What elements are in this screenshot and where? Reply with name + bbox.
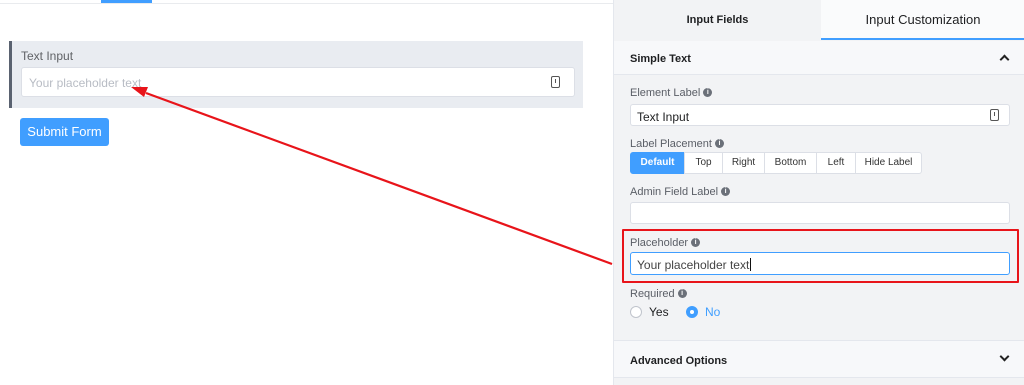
element-label-input[interactable]: Text Input (630, 104, 1010, 126)
preview-field-label: Text Input (21, 49, 74, 63)
tab-input-fields[interactable]: Input Fields (614, 0, 821, 40)
required-no-radio[interactable]: No (686, 305, 736, 320)
text-input-field-preview[interactable]: Text Input Your placeholder text (9, 41, 583, 108)
placeholder-value-text: Your placeholder text (637, 258, 750, 272)
placement-right-button[interactable]: Right (722, 152, 765, 174)
info-icon[interactable]: i (691, 237, 701, 247)
chevron-down-icon[interactable] (999, 351, 1010, 362)
label-placement-group: Default Top Right Bottom Left Hide Label (630, 152, 922, 174)
placement-left-button[interactable]: Left (816, 152, 856, 174)
panel-tabs: Input Fields Input Customization (614, 0, 1024, 40)
placement-default-button[interactable]: Default (630, 152, 685, 174)
field-options-icon[interactable] (990, 109, 999, 121)
info-icon[interactable]: i (714, 138, 724, 148)
placeholder-caption: Placeholder i (630, 237, 701, 249)
admin-field-label-text: Admin Field Label (630, 186, 719, 198)
preview-text-input[interactable]: Your placeholder text (21, 67, 575, 97)
element-label-text: Element Label (630, 87, 701, 99)
element-label-value: Text Input (637, 110, 690, 124)
required-yes-label: Yes (649, 305, 669, 319)
info-icon[interactable]: i (703, 87, 713, 97)
placement-hide-label-button[interactable]: Hide Label (855, 152, 922, 174)
label-placement-caption: Label Placement i (630, 138, 724, 150)
admin-field-label-input[interactable] (630, 202, 1010, 224)
section-title: Simple Text (630, 53, 691, 65)
advanced-options-header[interactable]: Advanced Options (614, 340, 1024, 378)
label-placement-text: Label Placement (630, 138, 712, 150)
info-icon[interactable]: i (721, 186, 731, 196)
required-label-text: Required (630, 288, 675, 300)
advanced-options-title: Advanced Options (630, 355, 728, 367)
radio-checked-icon[interactable] (686, 306, 698, 318)
submit-form-button[interactable]: Submit Form (20, 118, 109, 146)
simple-text-section-header[interactable]: Simple Text (614, 41, 1024, 75)
active-tab-indicator (101, 0, 152, 3)
text-caret (750, 258, 752, 272)
required-caption: Required i (630, 288, 687, 300)
tab-input-customization[interactable]: Input Customization (821, 0, 1024, 40)
settings-panel: Input Fields Input Customization Simple … (613, 0, 1024, 385)
placement-bottom-button[interactable]: Bottom (764, 152, 817, 174)
required-yes-radio[interactable]: Yes (630, 305, 680, 320)
required-no-label: No (705, 305, 721, 319)
info-icon[interactable]: i (677, 288, 687, 298)
form-canvas: Text Input Your placeholder text Submit … (0, 0, 613, 385)
placeholder-label-text: Placeholder (630, 237, 689, 249)
field-options-icon (551, 76, 560, 88)
placement-top-button[interactable]: Top (684, 152, 723, 174)
preview-placeholder-text: Your placeholder text (29, 76, 142, 90)
element-label-caption: Element Label i (630, 87, 713, 99)
admin-field-label-caption: Admin Field Label i (630, 186, 731, 198)
radio-unchecked-icon[interactable] (630, 306, 642, 318)
canvas-top-border (0, 3, 613, 4)
placeholder-value: Your placeholder text (637, 258, 752, 272)
placeholder-input[interactable]: Your placeholder text (630, 252, 1010, 275)
chevron-up-icon[interactable] (999, 54, 1010, 65)
